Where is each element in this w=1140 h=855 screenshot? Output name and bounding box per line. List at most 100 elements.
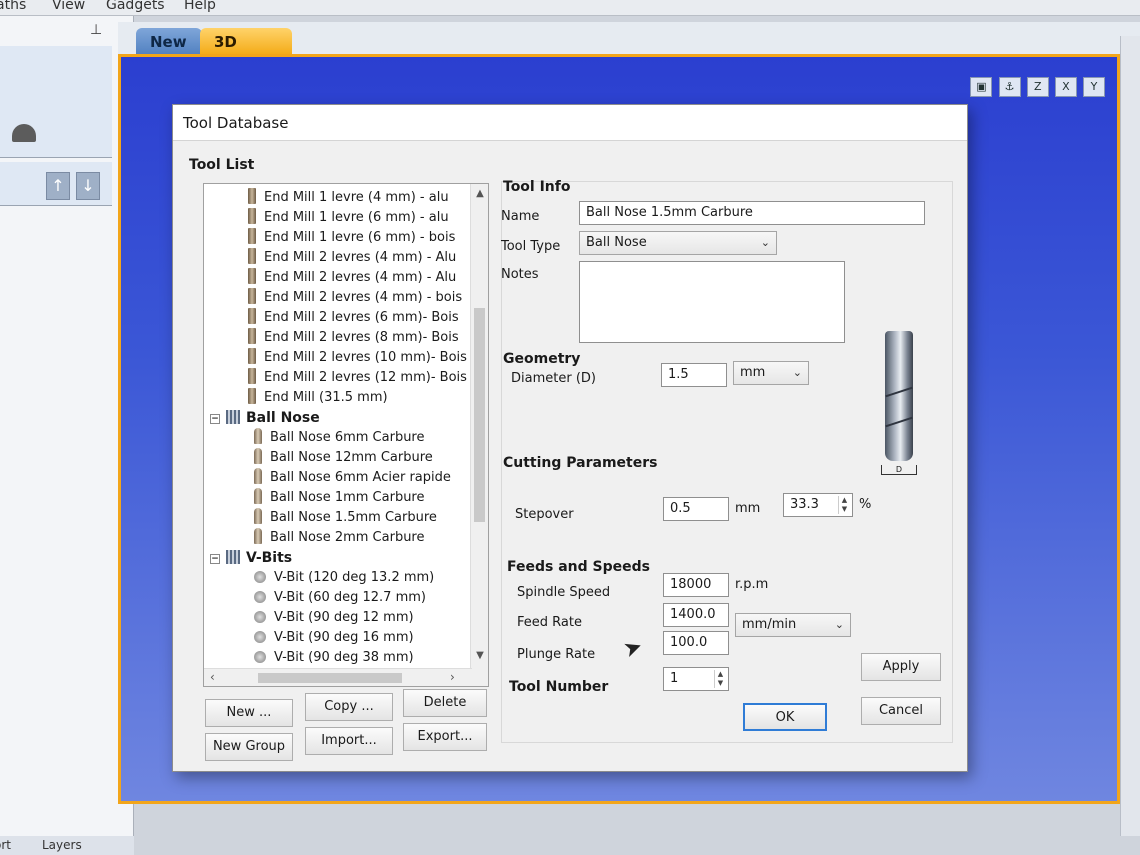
rate-unit-select[interactable]: mm/min ⌄ xyxy=(735,613,851,637)
tree-item-ball-nose[interactable]: Ball Nose 12mm Carbure xyxy=(254,448,433,468)
spindle-speed-field[interactable]: 18000 xyxy=(663,573,729,597)
tree-item-end-mill[interactable]: End Mill 2 levres (8 mm)- Bois xyxy=(248,328,459,348)
cancel-button[interactable]: Cancel xyxy=(861,697,941,725)
tree-item-v-bit[interactable]: V-Bit (60 deg 12.7 mm) xyxy=(254,588,426,608)
tree-item-end-mill[interactable]: End Mill 2 levres (4 mm) - bois xyxy=(248,288,462,308)
feeds-speeds-heading: Feeds and Speeds xyxy=(507,559,650,575)
name-label: Name xyxy=(501,209,540,224)
tool-preview-image xyxy=(885,331,913,461)
scroll-thumb[interactable] xyxy=(474,308,485,522)
import-button[interactable]: Import... xyxy=(305,727,393,755)
anchor-icon[interactable]: ⚓ xyxy=(998,77,1021,97)
tab-new[interactable]: New xyxy=(136,28,202,56)
tree-item-v-bit[interactable]: V-Bit (90 deg 38 mm) xyxy=(254,648,414,668)
tree-item-ball-nose[interactable]: Ball Nose 2mm Carbure xyxy=(254,528,425,548)
v-bit-icon xyxy=(254,611,266,623)
view-z-icon[interactable]: Z xyxy=(1026,77,1049,97)
scroll-up-icon[interactable]: ▲ xyxy=(473,188,487,202)
tree-group-v-bits[interactable]: − V-Bits xyxy=(210,548,292,568)
tree-item-end-mill[interactable]: End Mill 2 levres (4 mm) - Alu xyxy=(248,248,456,268)
scroll-left-icon[interactable]: ‹ xyxy=(210,670,215,684)
end-mill-icon xyxy=(248,228,256,244)
tab-drawing[interactable]: ort xyxy=(0,838,11,852)
scroll-thumb[interactable] xyxy=(258,673,402,683)
tree-item-ball-nose[interactable]: Ball Nose 1mm Carbure xyxy=(254,488,425,508)
collapse-icon[interactable]: − xyxy=(210,554,220,564)
tree-item-v-bit[interactable]: V-Bit (90 deg 16 mm) xyxy=(254,628,414,648)
tree-item-end-mill[interactable]: End Mill 2 levres (10 mm)- Bois xyxy=(248,348,467,368)
tree-item-v-bit[interactable]: V-Bit (120 deg 13.2 mm) xyxy=(254,568,434,588)
ball-nose-icon xyxy=(254,508,262,524)
tree-vertical-scrollbar[interactable]: ▲ ▼ xyxy=(470,184,488,686)
scroll-down-icon[interactable]: ▼ xyxy=(473,650,487,664)
view-x-icon[interactable]: X xyxy=(1054,77,1077,97)
view-tab-strip: New 3D View xyxy=(118,22,1140,79)
zoom-extents-icon[interactable]: ▣ xyxy=(970,77,993,97)
tree-item-end-mill[interactable]: End Mill 2 levres (6 mm)- Bois xyxy=(248,308,459,328)
tree-item-end-mill[interactable]: End Mill 1 levre (4 mm) - alu xyxy=(248,188,449,208)
tree-item-end-mill[interactable]: End Mill (31.5 mm) xyxy=(248,388,388,408)
tree-item-ball-nose[interactable]: Ball Nose 6mm Carbure xyxy=(254,428,425,448)
menu-item-toolpaths[interactable]: aths xyxy=(0,0,26,13)
tool-number-field[interactable]: 1 ▲ ▼ xyxy=(663,667,729,691)
end-mill-icon xyxy=(248,288,256,304)
stepover-mm-field[interactable]: 0.5 xyxy=(663,497,729,521)
collapse-icon[interactable]: − xyxy=(210,414,220,424)
menu-item-gadgets[interactable]: Gadgets xyxy=(106,0,165,13)
apply-button[interactable]: Apply xyxy=(861,653,941,681)
chevron-down-icon: ⌄ xyxy=(792,366,802,379)
tab-3d-view[interactable]: 3D View xyxy=(200,28,292,79)
end-mill-icon xyxy=(248,248,256,264)
notes-label: Notes xyxy=(501,267,539,282)
tool-group-icon xyxy=(226,410,240,424)
menu-item-help[interactable]: Help xyxy=(184,0,216,13)
new-group-button[interactable]: New Group xyxy=(205,733,293,761)
feed-rate-field[interactable]: 1400.0 xyxy=(663,603,729,627)
pin-icon[interactable]: ⊥ xyxy=(90,22,102,38)
ball-nose-icon xyxy=(254,428,262,444)
view-y-icon[interactable]: Y xyxy=(1083,77,1105,97)
end-mill-icon xyxy=(248,268,256,284)
tree-group-ball-nose[interactable]: − Ball Nose xyxy=(210,408,320,428)
tool-name-field[interactable]: Ball Nose 1.5mm Carbure xyxy=(579,201,925,225)
tree-item-v-bit[interactable]: V-Bit (90 deg 12 mm) xyxy=(254,608,414,628)
tool-number-label: Tool Number xyxy=(509,679,609,695)
spin-arrows-icon[interactable]: ▲ ▼ xyxy=(714,670,726,688)
right-side-strip xyxy=(1120,36,1140,836)
move-down-icon[interactable]: ↓ xyxy=(76,172,100,200)
dialog-title: Tool Database xyxy=(173,105,967,141)
new-tool-button[interactable]: New ... xyxy=(205,699,293,727)
diameter-dimension-marker: D xyxy=(881,465,917,475)
stepover-percent-field[interactable]: 33.3 ▲ ▼ xyxy=(783,493,853,517)
left-panel: ⊥ ↑ ↓ xyxy=(0,16,134,836)
tool-tree[interactable]: End Mill 1 levre (4 mm) - alu End Mill 1… xyxy=(203,183,489,687)
delete-tool-button[interactable]: Delete xyxy=(403,689,487,717)
chevron-down-icon: ⌄ xyxy=(834,618,844,631)
spindle-speed-label: Spindle Speed xyxy=(517,585,611,600)
tree-item-end-mill[interactable]: End Mill 2 levres (12 mm)- Bois xyxy=(248,368,467,388)
tree-item-end-mill[interactable]: End Mill 2 levres (4 mm) - Alu xyxy=(248,268,456,288)
export-button[interactable]: Export... xyxy=(403,723,487,751)
move-up-icon[interactable]: ↑ xyxy=(46,172,70,200)
tree-item-end-mill[interactable]: End Mill 1 levre (6 mm) - alu xyxy=(248,208,449,228)
diameter-field[interactable]: 1.5 xyxy=(661,363,727,387)
tree-item-end-mill[interactable]: End Mill 1 levre (6 mm) - bois xyxy=(248,228,455,248)
spin-arrows-icon[interactable]: ▲ ▼ xyxy=(838,496,850,514)
scroll-right-icon[interactable]: › xyxy=(450,670,455,684)
tab-layers[interactable]: Layers xyxy=(42,838,82,852)
copy-tool-button[interactable]: Copy ... xyxy=(305,693,393,721)
ok-button[interactable]: OK xyxy=(743,703,827,731)
menu-item-view[interactable]: View xyxy=(52,0,85,13)
tree-item-ball-nose[interactable]: Ball Nose 6mm Acier rapide xyxy=(254,468,451,488)
feed-rate-label: Feed Rate xyxy=(517,615,582,630)
tree-item-ball-nose-selected[interactable]: Ball Nose 1.5mm Carbure xyxy=(254,508,437,528)
notes-field[interactable] xyxy=(579,261,845,343)
tool-type-select[interactable]: Ball Nose ⌄ xyxy=(579,231,777,255)
diameter-unit-select[interactable]: mm ⌄ xyxy=(733,361,809,385)
end-mill-icon xyxy=(248,328,256,344)
bottom-tab-strip: ort Layers xyxy=(0,836,134,855)
tool-shape-icon xyxy=(12,124,36,142)
tree-horizontal-scrollbar[interactable]: ‹ › xyxy=(204,668,472,686)
plunge-rate-field[interactable]: 100.0 xyxy=(663,631,729,655)
tool-group-icon xyxy=(226,550,240,564)
